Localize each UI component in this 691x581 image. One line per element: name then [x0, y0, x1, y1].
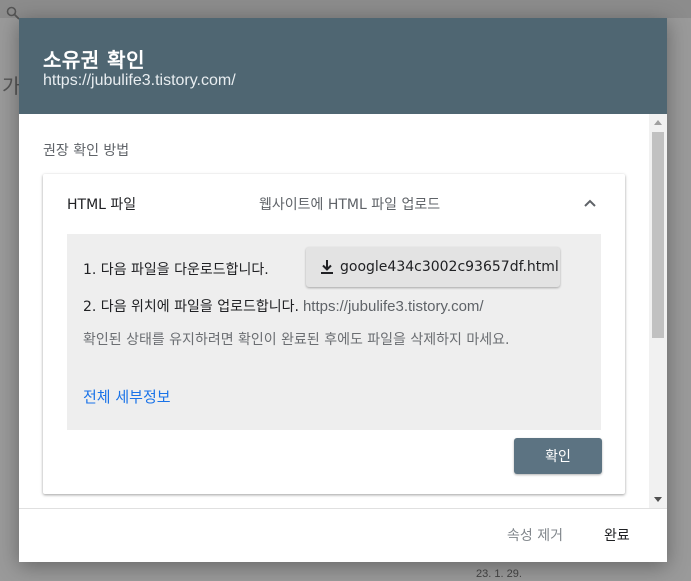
dialog-subtitle: https://jubulife3.tistory.com/ [43, 72, 236, 89]
step2-text: 2. 다음 위치에 파일을 업로드합니다. [83, 299, 299, 315]
ownership-verification-dialog: 소유권 확인 https://jubulife3.tistory.com/ 권장… [19, 18, 667, 562]
download-file-button[interactable]: google434c3002c93657df.html [306, 247, 560, 287]
html-file-method-card: HTML 파일 웹사이트에 HTML 파일 업로드 1. 다음 파일을 다운로드… [43, 174, 625, 494]
scroll-thumb[interactable] [652, 132, 664, 338]
method-instructions-panel: 1. 다음 파일을 다운로드합니다. google434c3002c93657d… [67, 234, 601, 430]
method-description: 웹사이트에 HTML 파일 업로드 [259, 197, 441, 213]
background-left-text: 가 [2, 74, 21, 98]
download-icon [318, 258, 336, 276]
done-button[interactable]: 완료 [604, 525, 630, 545]
chevron-up-icon[interactable] [581, 194, 599, 212]
step2-line: 2. 다음 위치에 파일을 업로드합니다. https://jubulife3.t… [83, 296, 484, 316]
background-topbar [0, 0, 691, 20]
step1-text: 1. 다음 파일을 다운로드합니다. [83, 262, 269, 278]
method-title: HTML 파일 [67, 197, 137, 213]
download-file-name: google434c3002c93657df.html [340, 259, 559, 275]
dialog-footer: 속성 제거 완료 [19, 508, 667, 562]
search-icon [6, 6, 20, 20]
recommended-method-label: 권장 확인 방법 [43, 143, 130, 159]
dialog-scrollbar[interactable] [649, 114, 667, 508]
dialog-title: 소유권 확인 [43, 48, 145, 72]
background-date-text: 23. 1. 29. [476, 568, 522, 580]
remove-property-button[interactable]: 속성 제거 [507, 525, 563, 545]
dialog-body: 권장 확인 방법 HTML 파일 웹사이트에 HTML 파일 업로드 1. 다음… [19, 114, 651, 508]
verify-button[interactable]: 확인 [514, 438, 602, 474]
dialog-header: 소유권 확인 https://jubulife3.tistory.com/ [19, 18, 667, 114]
scroll-down-arrow-icon[interactable] [654, 497, 662, 502]
keep-file-note: 확인된 상태를 유지하려면 확인이 완료된 후에도 파일을 삭제하지 마세요. [83, 332, 510, 348]
full-details-link[interactable]: 전체 세부정보 [83, 386, 171, 407]
html-file-method-header[interactable]: HTML 파일 웹사이트에 HTML 파일 업로드 [43, 174, 625, 234]
upload-location-url: https://jubulife3.tistory.com/ [302, 298, 484, 315]
scroll-up-arrow-icon[interactable] [654, 120, 662, 125]
